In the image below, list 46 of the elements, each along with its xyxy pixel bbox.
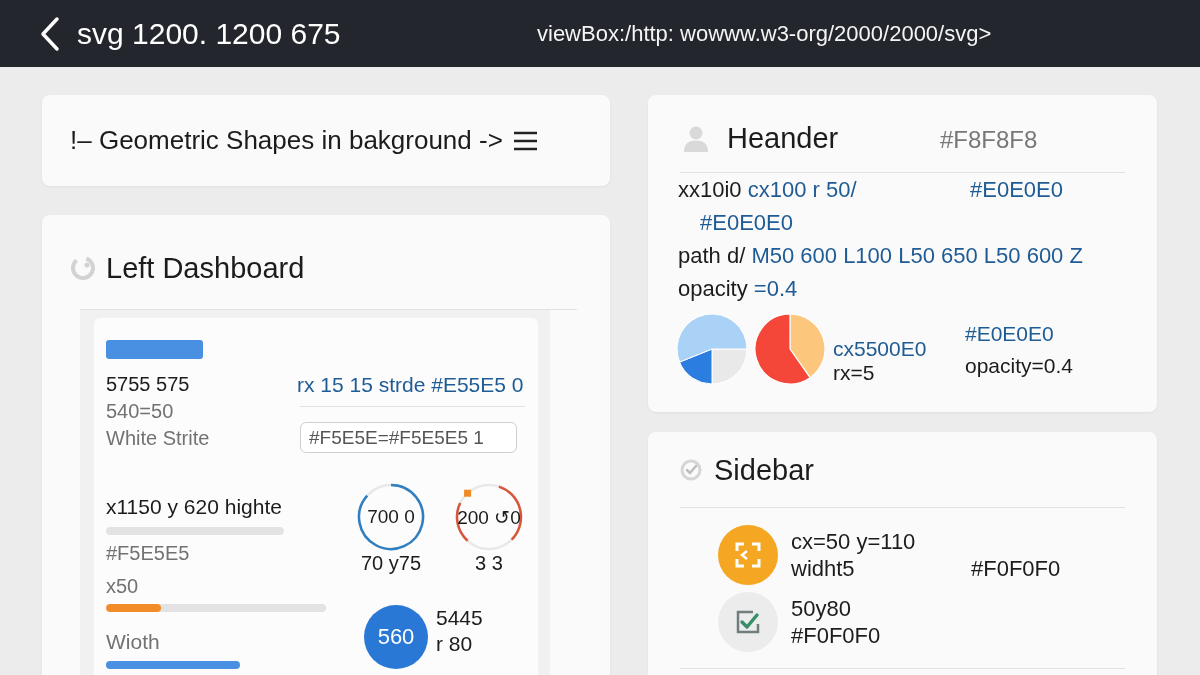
user-icon bbox=[683, 124, 709, 152]
check-circle-icon bbox=[680, 459, 702, 481]
input-field[interactable]: #F5E5E=#F5E5E5 1 bbox=[300, 422, 517, 453]
checkbox-icon bbox=[718, 592, 778, 652]
pie-chart bbox=[677, 314, 747, 384]
item-text: 50y80 bbox=[791, 595, 851, 622]
refresh-icon bbox=[70, 255, 96, 281]
card-title: Heander bbox=[727, 121, 839, 155]
hex-text: #F8F8F8 bbox=[940, 125, 1038, 154]
meter-label: #F5E5E5 bbox=[106, 541, 190, 566]
item-text: #F0F0F0 bbox=[791, 622, 881, 649]
hex-text: #F0F0F0 bbox=[971, 555, 1061, 583]
page-title: svg 1200. 1200 675 bbox=[77, 16, 341, 51]
card-title: Left Dashboard bbox=[106, 251, 305, 285]
ring-value: 700 0 bbox=[367, 506, 415, 528]
pie-chart bbox=[755, 314, 825, 384]
hex-text: #E0E0E0 bbox=[970, 176, 1063, 204]
stat-text: White Strite bbox=[106, 426, 210, 451]
meter-label: x1150 y 620 highte bbox=[106, 494, 282, 520]
item-text: cx=50 y=110 bbox=[791, 528, 916, 555]
count-badge: 560 bbox=[364, 605, 428, 669]
code-line: xx10i0 cx100 r 50/ bbox=[678, 176, 857, 204]
legend-text: rx=5 bbox=[833, 361, 875, 385]
item-text: widht5 bbox=[791, 555, 855, 582]
badge-text: 5445 bbox=[436, 605, 483, 631]
code-text: rx 15 15 strde #E55E5 0 bbox=[297, 372, 524, 398]
code-line: path d/ M50 600 L100 L50 650 L50 600 Z bbox=[678, 242, 1083, 270]
legend-text: opacity=0.4 bbox=[965, 353, 1073, 379]
legend-text: cx5500E0 bbox=[833, 337, 927, 361]
stat-text: 540=50 bbox=[106, 399, 174, 424]
code-line: #E0E0E0 bbox=[700, 209, 793, 237]
scan-icon bbox=[718, 525, 778, 585]
ring-caption: 3 3 bbox=[475, 551, 503, 575]
back-icon[interactable] bbox=[39, 15, 61, 52]
menu-icon[interactable] bbox=[512, 130, 538, 151]
legend-text: #E0E0E0 bbox=[965, 321, 1054, 347]
meter-label: x50 bbox=[106, 574, 139, 599]
ring-caption: 70 y75 bbox=[360, 551, 422, 575]
stat-text: 5755 575 bbox=[106, 372, 190, 397]
card-title: Sidebar bbox=[714, 453, 814, 487]
meter-label: Wioth bbox=[106, 629, 160, 655]
address-text: viewBox:/http: wowww.w3-org/2000/2000/svg> bbox=[537, 20, 992, 47]
ring-value: 200 ↺0 bbox=[457, 505, 521, 529]
code-line: opacity =0.4 bbox=[678, 275, 798, 303]
banner-text: !– Geometric Shapes in bakground -> bbox=[70, 125, 503, 156]
badge-text: r 80 bbox=[436, 631, 473, 657]
